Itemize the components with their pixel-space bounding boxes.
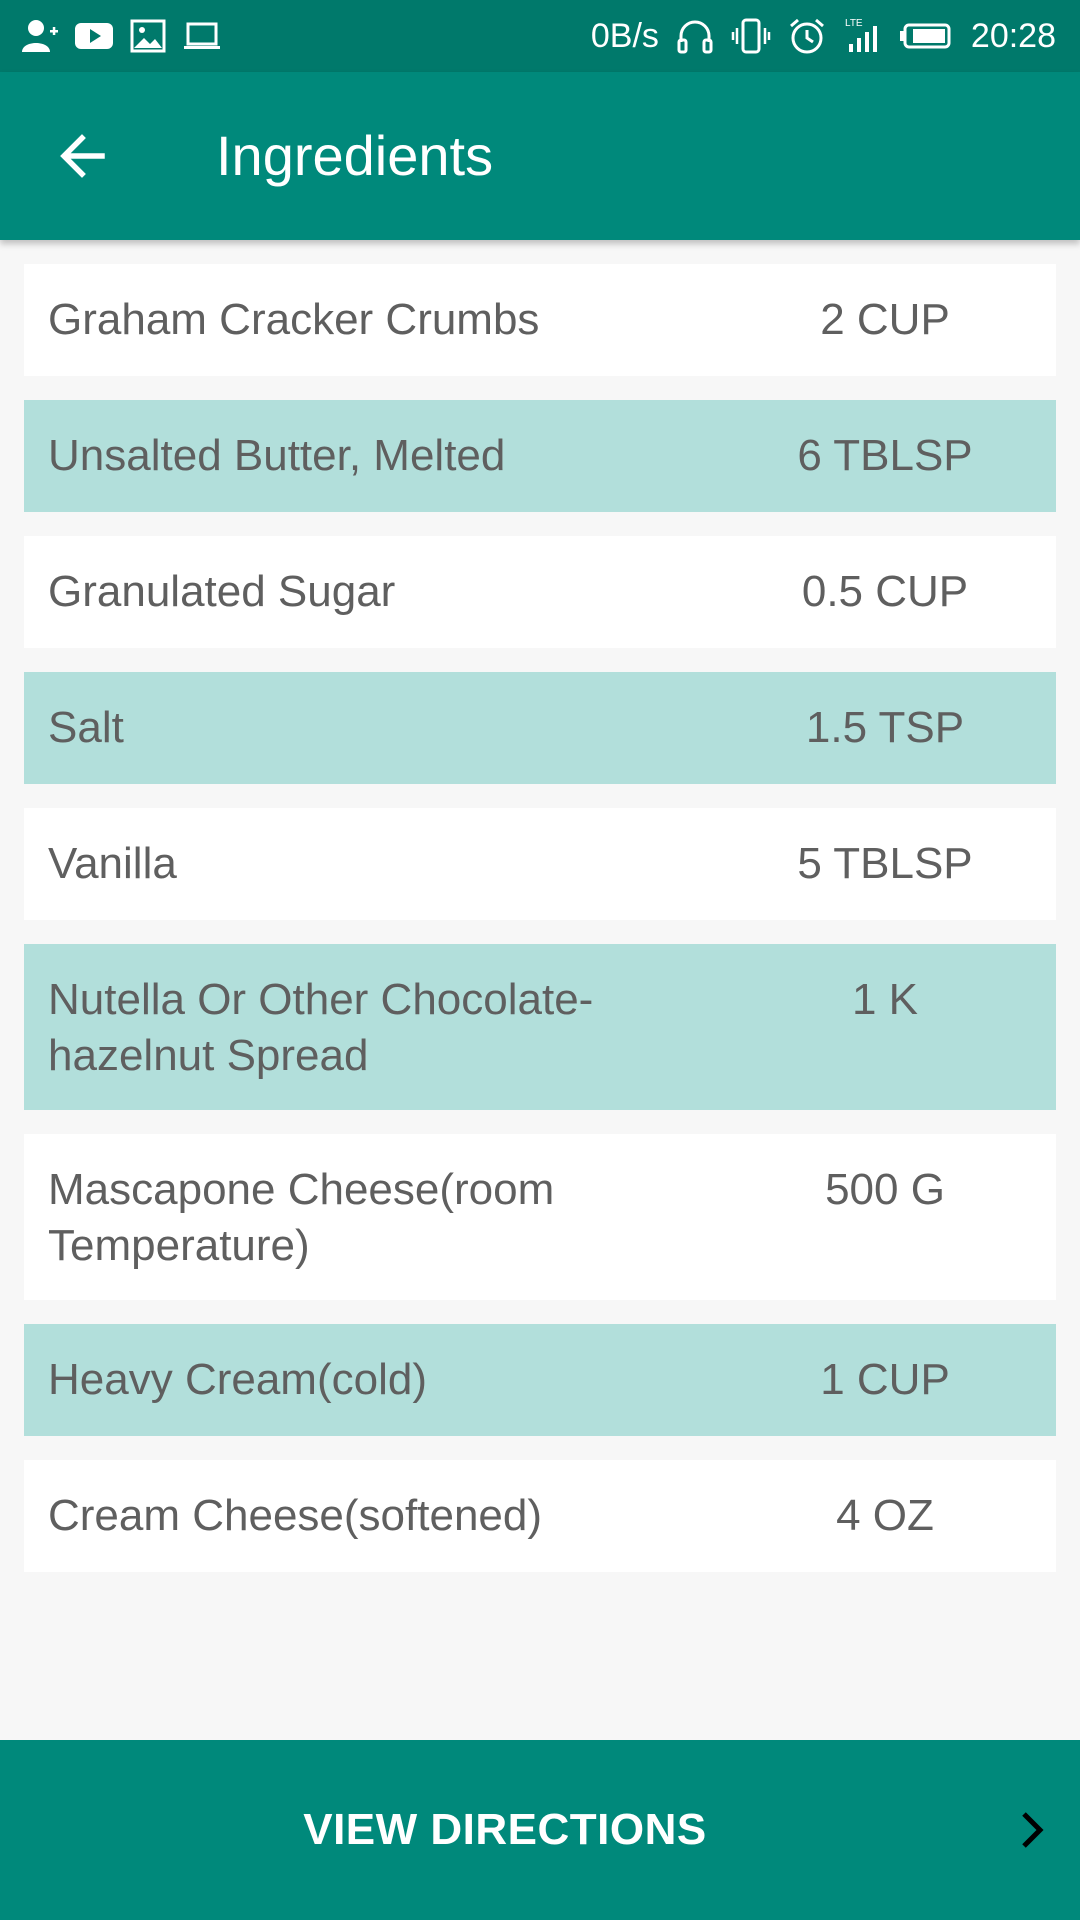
ingredient-name: Granulated Sugar	[48, 567, 396, 616]
status-bar: 0B/s LTE 20:28	[0, 0, 1080, 72]
view-directions-label: VIEW DIRECTIONS	[303, 1805, 707, 1854]
ingredient-row[interactable]: Salt 1.5 TSP	[24, 672, 1056, 784]
add-user-icon	[20, 16, 60, 56]
ingredient-name: Cream Cheese(softened)	[48, 1491, 543, 1540]
ingredient-name: Salt	[48, 703, 124, 752]
ingredient-name: Vanilla	[48, 839, 177, 888]
laptop-icon	[182, 16, 222, 56]
ingredient-row[interactable]: Graham Cracker Crumbs 2 CUP	[24, 264, 1056, 376]
ingredient-quantity: 1 K	[851, 975, 919, 1024]
ingredient-name: Mascapone Cheese(room Temperature)	[48, 1165, 555, 1270]
ingredient-quantity: 500 G	[825, 1165, 945, 1214]
ingredient-quantity: 5 TBLSP	[797, 839, 973, 888]
page-title: Ingredients	[216, 124, 494, 187]
ingredient-quantity: 4 OZ	[836, 1491, 934, 1540]
ingredient-name: Graham Cracker Crumbs	[48, 295, 540, 344]
ingredient-row[interactable]: Unsalted Butter, Melted 6 TBLSP	[24, 400, 1056, 512]
system-status: 0B/s LTE 20:28	[591, 14, 1056, 58]
ingredient-quantity: 0.5 CUP	[801, 567, 969, 616]
ingredient-quantity: 2 CUP	[820, 295, 950, 344]
youtube-icon	[74, 16, 114, 56]
vibrate-icon	[731, 16, 771, 56]
arrow-left-icon	[54, 128, 110, 189]
svg-text:LTE: LTE	[845, 18, 863, 29]
back-button[interactable]	[40, 116, 124, 200]
ingredient-quantity: 1.5 TSP	[805, 703, 965, 752]
ingredient-row[interactable]: Nutella Or Other Chocolate-hazelnut Spre…	[24, 944, 1056, 1110]
app-bar: Ingredients	[0, 72, 1080, 240]
headset-icon	[675, 16, 715, 56]
ingredient-row[interactable]: Granulated Sugar 0.5 CUP	[24, 536, 1056, 648]
clock: 20:28	[970, 17, 1056, 55]
ingredient-name: Unsalted Butter, Melted	[48, 431, 506, 480]
battery-icon	[899, 16, 955, 56]
ingredient-name: Nutella Or Other Chocolate-hazelnut Spre…	[48, 975, 594, 1080]
image-icon	[128, 16, 168, 56]
ingredient-quantity: 6 TBLSP	[797, 431, 973, 480]
alarm-icon	[787, 16, 827, 56]
ingredient-quantity: 1 CUP	[820, 1355, 950, 1404]
view-directions-button[interactable]: VIEW DIRECTIONS	[0, 1740, 1080, 1920]
ingredient-row[interactable]: Heavy Cream(cold) 1 CUP	[24, 1324, 1056, 1436]
network-speed: 0B/s	[590, 17, 659, 55]
ingredient-list: Graham Cracker Crumbs 2 CUP Unsalted But…	[24, 264, 1056, 1596]
ingredient-name: Heavy Cream(cold)	[48, 1355, 427, 1404]
chevron-right-icon	[1004, 1802, 1060, 1858]
ingredient-row[interactable]: Cream Cheese(softened) 4 OZ	[24, 1460, 1056, 1572]
ingredient-row[interactable]: Vanilla 5 TBLSP	[24, 808, 1056, 920]
lte-signal-icon: LTE	[843, 16, 883, 56]
ingredient-row[interactable]: Mascapone Cheese(room Temperature) 500 G	[24, 1134, 1056, 1300]
notification-icons	[20, 16, 222, 56]
